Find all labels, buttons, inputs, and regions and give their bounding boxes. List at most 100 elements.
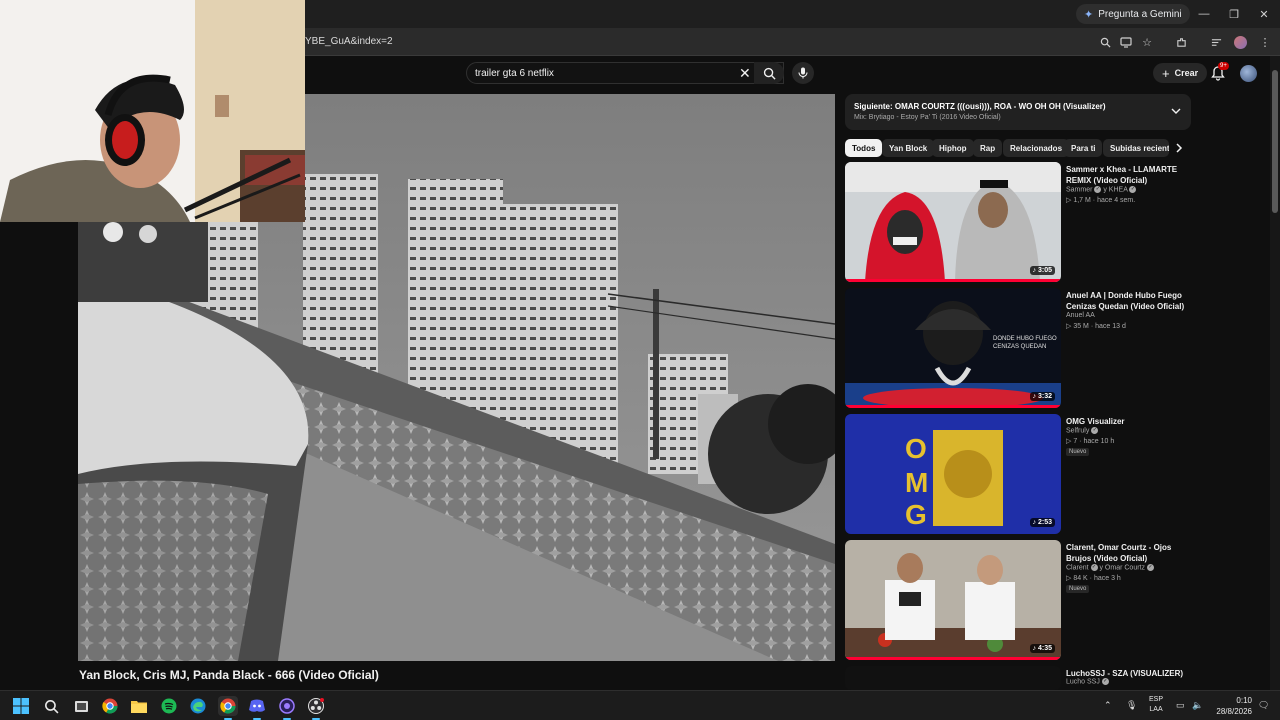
channel-name[interactable]: Anuel AA bbox=[1066, 312, 1095, 319]
recommendation-title[interactable]: Anuel AA | Donde Hubo Fuego Cenizas Qued… bbox=[1066, 290, 1190, 312]
chip-hiphop[interactable]: Hiphop bbox=[932, 139, 974, 157]
chip-subidas-recientes[interactable]: Subidas recientes bbox=[1103, 139, 1169, 157]
verified-icon: ✓ bbox=[1129, 186, 1137, 193]
plus-icon: + bbox=[1162, 65, 1170, 81]
voice-search-button[interactable] bbox=[792, 62, 814, 84]
chevron-down-icon[interactable] bbox=[1169, 104, 1183, 118]
channel-name[interactable]: Lucho SSJ ✓ bbox=[1066, 678, 1109, 685]
clear-search-icon[interactable]: ✕ bbox=[739, 65, 751, 82]
video-thumbnail[interactable]: ♪ 3:05 bbox=[845, 162, 1061, 282]
video-thumbnail[interactable]: ♪ 4:35 bbox=[845, 540, 1061, 660]
restore-icon[interactable]: ❐ bbox=[1219, 0, 1249, 28]
extensions-icon[interactable] bbox=[1173, 34, 1189, 50]
recommendation-title[interactable]: Clarent, Omar Courtz - Ojos Brujos (Vide… bbox=[1066, 542, 1190, 564]
gemini-sparkle-icon: ✦ bbox=[1084, 8, 1094, 21]
verified-icon: ✓ bbox=[1091, 427, 1099, 434]
verified-icon: ✓ bbox=[1101, 678, 1109, 685]
chip-para-ti[interactable]: Para ti bbox=[1064, 139, 1103, 157]
watched-progress-bar bbox=[845, 405, 1061, 408]
video-thumbnail[interactable]: DONDE HUBO FUEGO CENIZAS QUEDAN ♪ 3:32 bbox=[845, 288, 1061, 408]
edge-icon[interactable] bbox=[188, 696, 208, 716]
microphone-icon[interactable]: 🎙 bbox=[1126, 700, 1137, 711]
bookmark-star-icon[interactable]: ☆ bbox=[1139, 34, 1155, 50]
gemini-label: Pregunta a Gemini bbox=[1098, 8, 1182, 20]
thumbnail-text: M bbox=[905, 467, 928, 498]
recommendation-title[interactable]: OMG Visualizer bbox=[1066, 416, 1190, 427]
webcam-overlay bbox=[0, 0, 305, 222]
watched-progress-bar bbox=[845, 657, 1061, 660]
chip-yan-block[interactable]: Yan Block bbox=[882, 139, 935, 157]
create-label: Crear bbox=[1174, 68, 1199, 78]
system-clock[interactable]: 0:10 28/8/2026 bbox=[1212, 695, 1252, 717]
playlist-panel[interactable]: Siguiente: OMAR COURTZ (((ousi))), ROA -… bbox=[845, 94, 1191, 130]
language-indicator[interactable]: ESP LAA bbox=[1149, 695, 1163, 715]
zoom-icon[interactable] bbox=[1097, 34, 1113, 50]
microphone-icon bbox=[798, 67, 808, 79]
discord-icon[interactable] bbox=[247, 696, 267, 720]
webcam-feed bbox=[0, 0, 305, 222]
video-title: Yan Block, Cris MJ, Panda Black - 666 (V… bbox=[79, 668, 379, 682]
notification-count-badge: 9+ bbox=[1218, 62, 1229, 70]
scrollbar-thumb[interactable] bbox=[1272, 70, 1278, 213]
video-meta: ▷ 35 M · hace 13 d bbox=[1066, 323, 1126, 330]
video-duration: ♪ 4:35 bbox=[1029, 644, 1055, 653]
recommendation-item[interactable]: O M G ♪ 2:53 OMG Visualizer Selfruly ✓ ▷… bbox=[845, 414, 1190, 534]
recommendation-item[interactable]: ♪ 3:05 Sammer x Khea - LLAMARTE REMIX (V… bbox=[845, 162, 1190, 282]
channel-name[interactable]: Clarent ✓ y Omar Courtz ✓ bbox=[1066, 564, 1154, 571]
chip-relacionados[interactable]: Relacionados bbox=[1003, 139, 1070, 157]
gemini-button[interactable]: ✦ Pregunta a Gemini bbox=[1076, 4, 1190, 24]
recommendation-item[interactable]: ♪ 4:35 Clarent, Omar Courtz - Ojos Brujo… bbox=[845, 540, 1190, 660]
video-duration: ♪ 3:32 bbox=[1029, 392, 1055, 401]
windows-taskbar: ⌃ 🎙 ESP LAA ▭ 🔈 0:10 28/8/2026 🗨 bbox=[0, 690, 1280, 720]
search-value: trailer gta 6 netflix bbox=[475, 68, 554, 79]
thumbnail-text: CENIZAS QUEDAN bbox=[993, 344, 1046, 350]
obs-icon[interactable] bbox=[306, 696, 326, 720]
search-icon[interactable] bbox=[41, 696, 61, 716]
recommendation-item[interactable]: DONDE HUBO FUEGO CENIZAS QUEDAN ♪ 3:32 A… bbox=[845, 288, 1190, 408]
circle-app-icon[interactable] bbox=[277, 696, 297, 720]
new-badge: Nuevo bbox=[1066, 585, 1090, 593]
recommendation-item[interactable]: LuchoSSJ - SZA (VISUALIZER) Lucho SSJ ✓ bbox=[845, 666, 1190, 690]
more-vert-icon[interactable]: ⋮ bbox=[1257, 34, 1273, 50]
recommendation-title[interactable]: Sammer x Khea - LLAMARTE REMIX (Video Of… bbox=[1066, 164, 1190, 186]
spotify-icon[interactable] bbox=[159, 696, 179, 716]
thumbnail-text: G bbox=[905, 499, 927, 530]
cast-icon[interactable] bbox=[1118, 34, 1134, 50]
media-control-icon[interactable] bbox=[1208, 34, 1224, 50]
account-avatar[interactable] bbox=[1240, 65, 1257, 82]
volume-icon[interactable]: 🔈 bbox=[1192, 700, 1203, 711]
chevron-right-icon[interactable] bbox=[1172, 141, 1186, 155]
verified-icon: ✓ bbox=[1094, 186, 1102, 193]
verified-icon: ✓ bbox=[1090, 564, 1098, 571]
filter-chips: Todos Yan Block Hiphop Rap Relacionados … bbox=[845, 139, 1185, 157]
windows-start-icon[interactable] bbox=[11, 696, 31, 716]
chip-rap[interactable]: Rap bbox=[973, 139, 1003, 157]
close-icon[interactable]: ✕ bbox=[1249, 0, 1279, 28]
search-button[interactable] bbox=[754, 62, 784, 84]
chrome-active-icon[interactable] bbox=[218, 696, 238, 720]
video-thumbnail[interactable]: O M G ♪ 2:53 bbox=[845, 414, 1061, 534]
search-input[interactable]: trailer gta 6 netflix ✕ bbox=[466, 62, 784, 84]
thumbnail-text: O bbox=[905, 433, 927, 464]
network-icon[interactable]: ▭ bbox=[1176, 700, 1185, 711]
profile-avatar[interactable] bbox=[1232, 34, 1248, 50]
video-meta: ▷ 7 · hace 10 h bbox=[1066, 438, 1115, 445]
url-text[interactable]: YBE_GuA&index=2 bbox=[305, 36, 393, 47]
channel-name[interactable]: Selfruly ✓ bbox=[1066, 427, 1099, 434]
chrome-icon[interactable] bbox=[100, 696, 120, 716]
video-thumbnail[interactable] bbox=[845, 666, 1061, 690]
chip-todos[interactable]: Todos bbox=[845, 139, 883, 157]
verified-icon: ✓ bbox=[1146, 564, 1154, 571]
channel-name[interactable]: Sammer ✓ y KHEA ✓ bbox=[1066, 186, 1137, 193]
task-view-icon[interactable] bbox=[71, 696, 91, 716]
minimize-icon[interactable]: — bbox=[1189, 0, 1219, 28]
file-explorer-icon[interactable] bbox=[129, 696, 149, 716]
video-duration: ♪ 3:05 bbox=[1029, 266, 1055, 275]
video-duration: ♪ 2:53 bbox=[1029, 518, 1055, 527]
create-button[interactable]: + Crear bbox=[1153, 63, 1208, 83]
video-meta: ▷ 84 K · hace 3 h bbox=[1066, 575, 1121, 582]
watched-progress-bar bbox=[845, 279, 1061, 282]
chevron-up-icon[interactable]: ⌃ bbox=[1104, 700, 1112, 711]
notification-center-icon[interactable]: 🗨 bbox=[1258, 700, 1269, 711]
video-meta: ▷ 1,7 M · hace 4 sem. bbox=[1066, 197, 1136, 204]
